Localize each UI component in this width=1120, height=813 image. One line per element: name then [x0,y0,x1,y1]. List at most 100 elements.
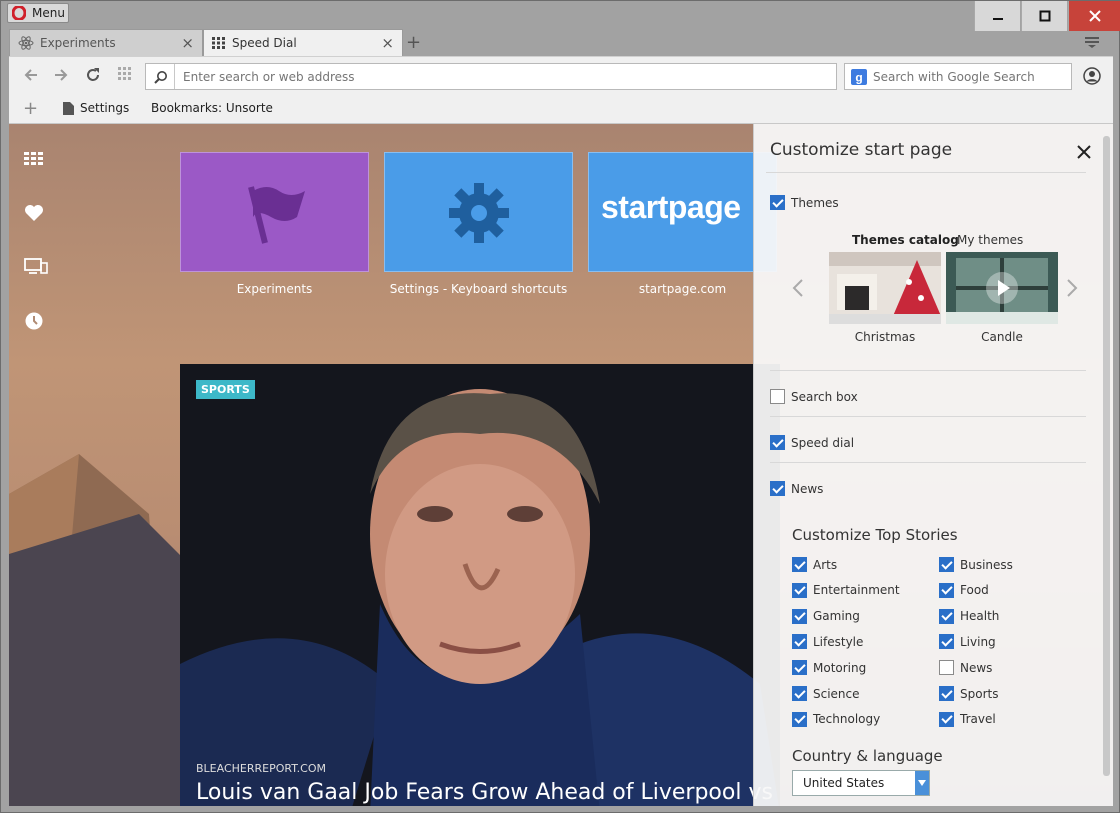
history-icon[interactable] [24,311,44,331]
country-select[interactable]: United States [792,770,930,796]
checkbox-box[interactable] [792,634,807,650]
checkbox-box[interactable] [770,481,785,496]
checkbox-box[interactable] [770,195,785,210]
checkbox-label: Living [960,634,996,649]
minimize-icon [992,18,1003,20]
close-window-button[interactable] [1068,1,1120,31]
address-divider [174,64,175,89]
account-icon[interactable] [1083,67,1101,85]
themes-catalog-tab[interactable]: Themes catalog [852,233,959,247]
story-checkbox-technology[interactable]: Technology [792,711,880,727]
story-checkbox-science[interactable]: Science [792,686,860,701]
reload-icon[interactable] [85,67,101,83]
search-box-checkbox[interactable]: Search box [770,389,858,404]
story-checkbox-lifestyle[interactable]: Lifestyle [792,634,863,650]
story-checkbox-entertainment[interactable]: Entertainment [792,582,900,598]
search-box[interactable]: g [844,63,1072,90]
forward-icon[interactable] [53,67,69,83]
christmas-theme-image [829,252,941,324]
speed-dial-checkbox[interactable]: Speed dial [770,435,854,450]
story-checkbox-news[interactable]: News [939,660,992,676]
maximize-button[interactable] [1021,1,1067,31]
back-icon[interactable] [23,67,39,83]
theme-thumb-candle[interactable] [946,252,1058,324]
checkbox-box[interactable] [770,389,785,404]
speed-dial-icon[interactable] [118,67,132,81]
checkbox-label: Food [960,583,989,598]
checkbox-box[interactable] [939,660,954,676]
news-card[interactable]: SPORTS BLEACHERREPORT.COM Louis van Gaal… [180,364,780,806]
checkbox-label: Health [960,609,1000,624]
bookmark-unsorted[interactable]: Bookmarks: Unsorted [143,101,273,115]
themes-checkbox[interactable]: Themes [770,195,839,210]
close-tab-icon[interactable]: × [181,36,194,51]
checkbox-label: News [791,481,824,496]
story-checkbox-business[interactable]: Business [939,557,1013,572]
speed-dial-tile-settings[interactable] [384,152,573,272]
divider [766,172,1086,173]
my-themes-tab[interactable]: My themes [957,233,1023,247]
google-icon: g [851,68,867,85]
divider [770,370,1086,371]
devices-icon[interactable] [24,258,48,276]
close-tab-icon[interactable]: × [381,36,394,51]
bookmark-label: Bookmarks: Unsorted [151,101,273,115]
checkbox-box[interactable] [792,686,807,701]
page-icon [63,101,74,115]
checkbox-box[interactable] [939,582,954,598]
checkbox-box[interactable] [939,686,954,701]
theme-thumb-christmas[interactable] [829,252,941,324]
address-input[interactable] [183,69,823,84]
checkbox-label: Themes [791,195,839,210]
story-checkbox-travel[interactable]: Travel [939,711,996,727]
checkbox-label: Travel [960,712,996,727]
chevron-right-icon[interactable] [1066,278,1078,298]
checkbox-box[interactable] [792,711,807,727]
checkbox-box[interactable] [792,557,807,572]
story-checkbox-arts[interactable]: Arts [792,557,837,572]
news-category-badge: SPORTS [196,380,255,399]
story-checkbox-health[interactable]: Health [939,608,1000,624]
new-tab-button[interactable]: + [406,32,421,53]
story-checkbox-sports[interactable]: Sports [939,686,998,701]
news-headline[interactable]: Louis van Gaal Job Fears Grow Ahead of L… [196,780,773,805]
address-bar[interactable] [145,63,837,90]
add-bookmark-icon[interactable]: + [23,98,38,119]
menu-button[interactable]: Menu [7,3,69,23]
checkbox-box[interactable] [792,660,807,676]
chevron-down-icon[interactable] [915,771,929,795]
story-checkbox-living[interactable]: Living [939,634,996,650]
speed-dial-tile-experiments[interactable] [180,152,369,272]
tab-menu-icon[interactable] [1085,36,1099,48]
speed-dial-icon[interactable] [24,151,44,167]
bookmark-settings[interactable]: Settings [63,101,129,115]
story-checkbox-gaming[interactable]: Gaming [792,608,860,624]
checkbox-label: Entertainment [813,583,900,598]
top-stories-title: Customize Top Stories [792,526,958,544]
heart-icon[interactable] [24,204,44,222]
story-checkbox-food[interactable]: Food [939,582,989,598]
checkbox-box[interactable] [939,634,954,650]
theme-name: Christmas [854,330,916,344]
checkbox-box[interactable] [939,557,954,572]
panel-scrollbar[interactable] [1103,136,1110,776]
checkbox-box[interactable] [792,582,807,598]
tab-experiments[interactable]: Experiments × [9,29,203,56]
search-input[interactable] [873,69,1063,84]
customize-panel: Customize start page Themes Themes catal… [753,124,1113,806]
news-source: BLEACHERREPORT.COM [196,762,326,775]
checkbox-box[interactable] [939,711,954,727]
minimize-button[interactable] [974,1,1020,31]
checkbox-box[interactable] [792,608,807,624]
close-panel-icon[interactable] [1076,144,1092,160]
chevron-left-icon[interactable] [792,278,804,298]
news-checkbox[interactable]: News [770,481,823,496]
tile-label: Experiments [236,282,313,296]
tab-speed-dial[interactable]: Speed Dial × [203,29,403,56]
tile-label: Settings - Keyboard shortcuts [389,282,568,296]
story-checkbox-motoring[interactable]: Motoring [792,660,866,676]
checkbox-box[interactable] [939,608,954,624]
tab-strip: Experiments × Speed Dial × + [9,29,1113,56]
speed-dial-tile-startpage[interactable]: startpage [588,152,777,272]
checkbox-box[interactable] [770,435,785,450]
